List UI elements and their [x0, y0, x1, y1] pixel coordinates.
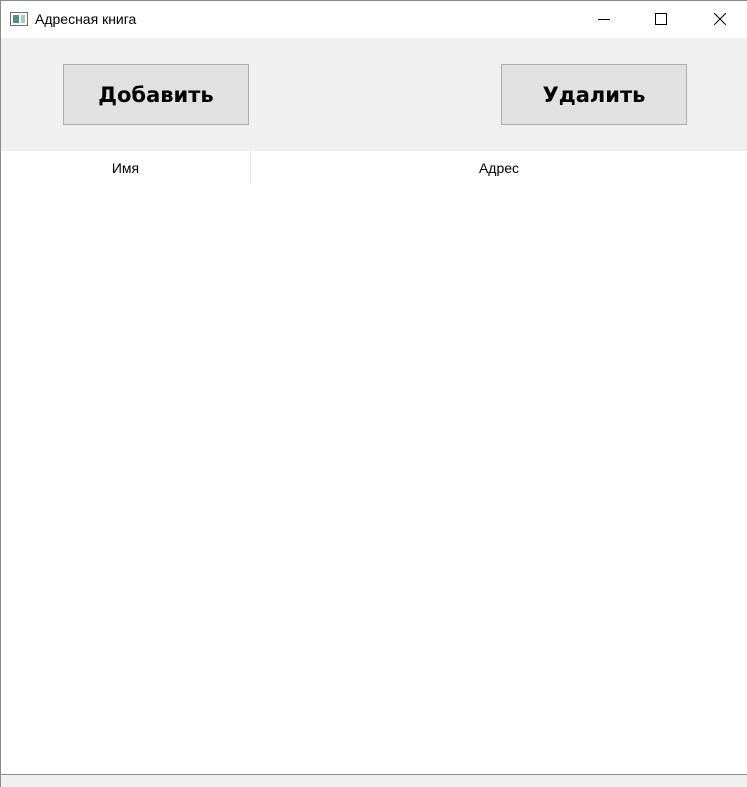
- maximize-button[interactable]: [638, 1, 684, 38]
- bottom-status-strip: [1, 774, 747, 787]
- maximize-icon: [655, 13, 667, 25]
- close-icon: [714, 13, 726, 25]
- column-header-address[interactable]: Адрес: [251, 151, 747, 184]
- delete-button[interactable]: Удалить: [501, 64, 687, 125]
- app-window-icon: [10, 12, 28, 26]
- close-button[interactable]: [697, 1, 743, 38]
- address-table[interactable]: Имя Адрес: [1, 151, 747, 775]
- table-body[interactable]: [1, 184, 747, 775]
- address-book-window: Адресная книга Добавить Удалить Имя Адре…: [0, 0, 747, 787]
- table-header: Имя Адрес: [1, 151, 747, 184]
- minimize-icon: [598, 19, 610, 20]
- title-bar[interactable]: Адресная книга: [1, 1, 747, 38]
- minimize-button[interactable]: [581, 1, 627, 38]
- window-title: Адресная книга: [35, 11, 137, 27]
- add-button[interactable]: Добавить: [63, 64, 249, 125]
- toolbar: Добавить Удалить: [1, 38, 747, 151]
- column-header-name[interactable]: Имя: [1, 151, 251, 184]
